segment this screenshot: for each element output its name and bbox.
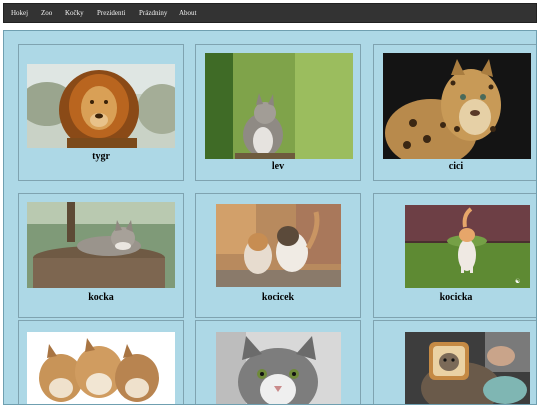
gallery-card[interactable] <box>18 320 184 404</box>
card-caption: tygr <box>92 151 110 162</box>
grey-cat-photo <box>216 332 341 404</box>
three-kittens-photo <box>27 332 175 404</box>
card-caption: kocka <box>88 292 114 303</box>
gallery-card[interactable]: tygr <box>18 44 184 181</box>
cat-on-stump-photo <box>27 202 175 288</box>
card-caption: kocicka <box>439 292 473 303</box>
nav-link-prazdniny[interactable]: Prázdniny <box>139 4 167 22</box>
gallery-card[interactable]: cici <box>373 44 536 181</box>
gallery-card[interactable]: kocicek <box>195 193 361 318</box>
gallery-card[interactable]: ☯ kocicka <box>373 193 536 318</box>
lion-photo <box>27 64 175 148</box>
top-navigation-bar: Hokej Zoo Kočky Prezidenti Prázdniny Abo… <box>3 3 537 23</box>
nav-link-kocky[interactable]: Kočky <box>65 4 84 22</box>
nav-link-prezidenti[interactable]: Prezidenti <box>97 4 125 22</box>
svg-text:☯: ☯ <box>515 278 520 285</box>
gallery-card[interactable]: lev <box>195 44 361 181</box>
nav-link-about[interactable]: About <box>179 4 197 22</box>
gallery-card[interactable]: kocka <box>18 193 184 318</box>
nav-link-hokej[interactable]: Hokej <box>11 4 28 22</box>
gallery-content: tygr lev cici kocka kocicek ☯ kocicka <box>3 30 537 405</box>
card-caption: kocicek <box>261 292 295 303</box>
two-kittens-photo <box>216 204 341 287</box>
gallery-card[interactable] <box>195 320 361 404</box>
kitten-in-grass-photo <box>205 53 353 159</box>
kitten-walking-photo: ☯ <box>405 205 530 288</box>
card-caption: cici <box>448 161 464 172</box>
cat-with-bread-photo <box>405 332 530 404</box>
nav-link-zoo[interactable]: Zoo <box>41 4 52 22</box>
leopard-photo <box>383 53 531 159</box>
card-caption: lev <box>271 161 285 172</box>
gallery-card[interactable] <box>373 320 536 404</box>
